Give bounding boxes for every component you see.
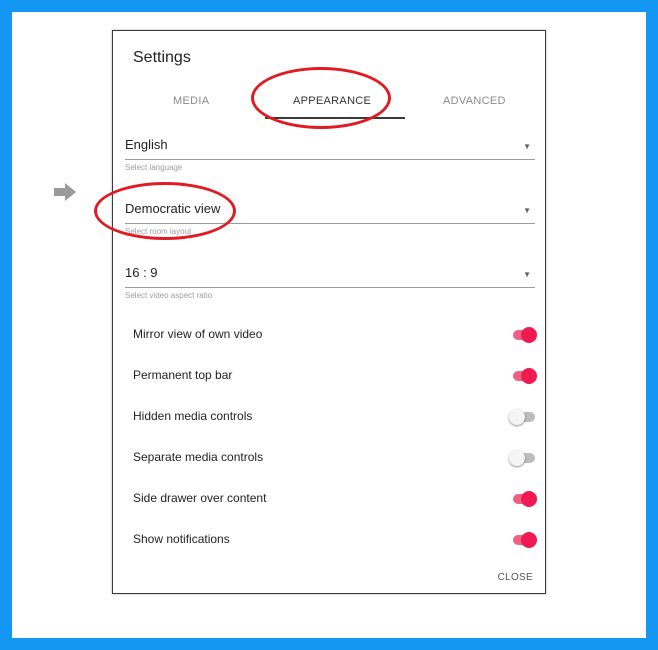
toggle-row-separate-media-controls[interactable]: Separate media controls [133, 446, 537, 470]
language-value: English [125, 137, 168, 152]
field-underline [125, 287, 535, 288]
tab-media[interactable]: MEDIA [173, 95, 209, 107]
toggle-row-show-notifications[interactable]: Show notifications [133, 528, 537, 552]
toggle-switch[interactable] [509, 532, 537, 548]
toggle-switch[interactable] [509, 327, 537, 343]
dropdown-arrow-icon: ▼ [523, 142, 531, 151]
toggle-row-side-drawer[interactable]: Side drawer over content [133, 487, 537, 511]
toggle-switch[interactable] [509, 409, 537, 425]
close-button[interactable]: CLOSE [498, 572, 533, 583]
annotation-circle-room-layout [94, 182, 236, 240]
aspect-ratio-helper-text: Select video aspect ratio [125, 291, 213, 300]
toggle-row-mirror-view[interactable]: Mirror view of own video [133, 323, 537, 347]
toggle-switch[interactable] [509, 491, 537, 507]
toggle-switch[interactable] [509, 368, 537, 384]
aspect-ratio-value: 16 : 9 [125, 265, 158, 280]
annotation-circle-appearance [251, 67, 391, 129]
pointer-arrow-icon [54, 183, 76, 201]
toggle-row-hidden-media-controls[interactable]: Hidden media controls [133, 405, 537, 429]
toggle-label: Side drawer over content [133, 491, 267, 505]
tab-advanced[interactable]: ADVANCED [443, 95, 506, 107]
field-underline [125, 159, 535, 160]
toggle-label: Hidden media controls [133, 409, 253, 423]
dialog-title: Settings [133, 49, 191, 66]
toggle-label: Mirror view of own video [133, 327, 263, 341]
dropdown-arrow-icon: ▼ [523, 270, 531, 279]
toggle-label: Permanent top bar [133, 368, 233, 382]
toggle-row-permanent-top-bar[interactable]: Permanent top bar [133, 364, 537, 388]
toggle-label: Show notifications [133, 532, 230, 546]
language-helper-text: Select language [125, 163, 183, 172]
dropdown-arrow-icon: ▼ [523, 206, 531, 215]
toggle-switch[interactable] [509, 450, 537, 466]
toggle-label: Separate media controls [133, 450, 264, 464]
